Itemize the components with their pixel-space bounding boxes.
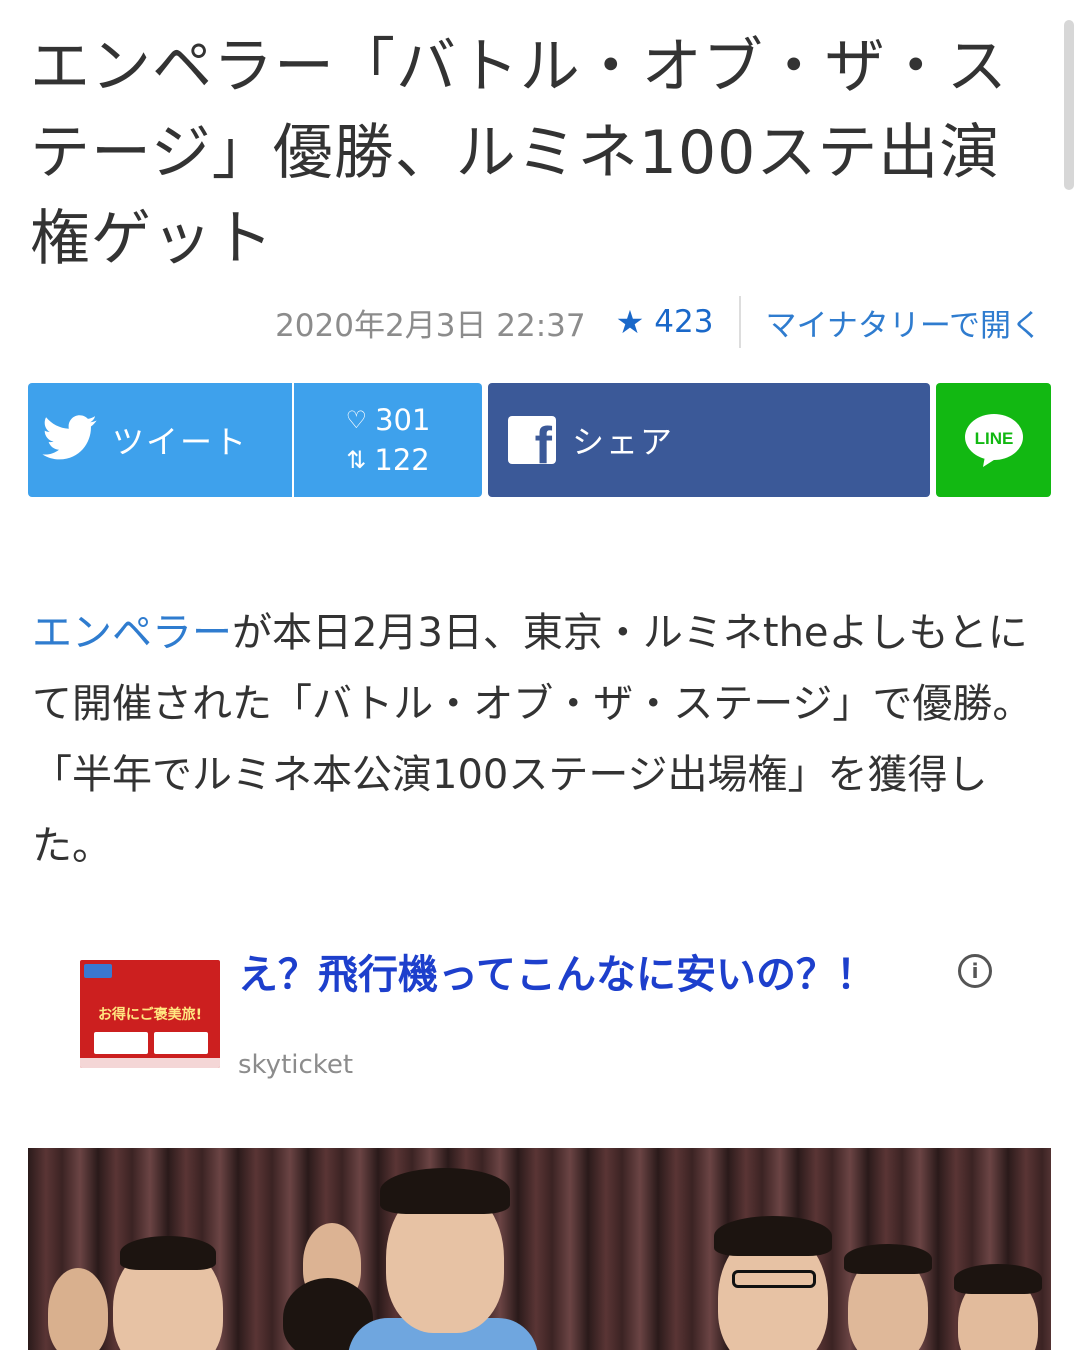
star-icon: ★ <box>615 303 645 341</box>
ad-unit[interactable]: お得にご褒美旅! え？飛行機ってこんなに安いの？！ skyticket i <box>80 950 1000 1080</box>
facebook-logo-icon: f <box>508 416 556 464</box>
likes-row: ♡ 301 <box>346 400 431 440</box>
person-back-hair <box>954 1264 1042 1294</box>
ad-thumbnail[interactable]: お得にご褒美旅! <box>80 960 220 1068</box>
ad-thumb-headline: お得にご褒美旅! <box>97 1007 203 1023</box>
artist-link[interactable]: エンペラー <box>32 610 232 656</box>
person-left-hair <box>120 1236 216 1270</box>
retweet-icon: ⇅ <box>346 446 367 474</box>
line-logo-text: LINE <box>974 429 1013 448</box>
page-scrollbar[interactable] <box>1064 20 1074 190</box>
meta-divider <box>739 296 742 348</box>
tweet-label: ツイート <box>112 423 249 461</box>
retweets-count: 122 <box>374 443 430 477</box>
ad-title[interactable]: え？飛行機ってこんなに安いの？！ <box>238 952 938 998</box>
facebook-share-button[interactable]: f シェア <box>488 383 930 497</box>
person-back <box>48 1268 108 1350</box>
publish-date: 2020年2月3日 22:37 <box>275 307 586 344</box>
article-title: エンペラー「バトル・オブ・ザ・ステージ」優勝、ルミネ100ステ出演権ゲット <box>30 32 1008 274</box>
ad-source: skyticket <box>238 1050 354 1080</box>
tweet-button[interactable]: ツイート <box>28 383 292 497</box>
ad-thumb-footer <box>80 1058 220 1068</box>
tweet-counts[interactable]: ♡ 301 ⇅ 122 <box>294 383 482 497</box>
line-logo-icon: LINE <box>964 414 1023 467</box>
retweets-row: ⇅ 122 <box>346 440 429 480</box>
heart-icon: ♡ <box>345 406 368 434</box>
article-body: エンペラーが本日2月3日、東京・ルミネtheよしもとにて開催された「バトル・オブ… <box>32 598 1047 882</box>
open-in-app-link[interactable]: マイナタリーで開く <box>765 300 1042 345</box>
article-meta: 2020年2月3日 22:37 ★ 423 マイナタリーで開く <box>275 292 1042 352</box>
article-photo <box>28 1148 1051 1350</box>
person-center-hair <box>380 1168 510 1214</box>
person-back-hair <box>844 1244 932 1274</box>
person-right-glasses <box>732 1270 816 1288</box>
twitter-bird-icon <box>42 415 98 465</box>
ad-ribbon <box>84 964 112 978</box>
line-share-button[interactable]: LINE <box>936 383 1051 497</box>
share-bar: ツイート ♡ 301 ⇅ 122 f シェア LINE <box>28 383 1051 497</box>
ad-price-box <box>94 1032 148 1054</box>
likes-count: 301 <box>375 403 431 437</box>
ad-price-box <box>154 1032 208 1054</box>
star-count: 423 <box>654 304 714 340</box>
facebook-share-label: シェア <box>572 423 675 461</box>
person-right-hair <box>714 1216 832 1256</box>
info-icon[interactable]: i <box>958 954 992 988</box>
